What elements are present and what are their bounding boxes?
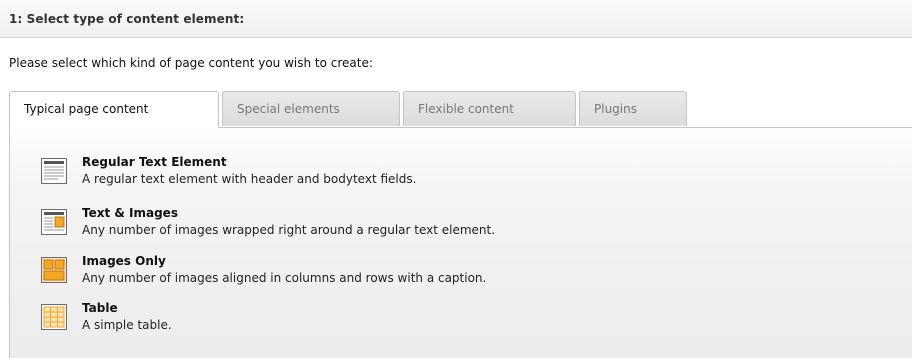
element-regular-text[interactable]: Regular Text Element A regular text elem… xyxy=(40,155,840,195)
element-description: A regular text element with header and b… xyxy=(82,172,417,186)
tab-special-elements[interactable]: Special elements xyxy=(222,91,400,126)
element-images-only[interactable]: Images Only Any number of images aligned… xyxy=(40,254,840,294)
table-icon xyxy=(40,303,68,331)
text-element-icon xyxy=(40,157,68,185)
element-description: Any number of images wrapped right aroun… xyxy=(82,223,496,237)
tab-bar: Typical page content Special elements Fl… xyxy=(9,91,912,128)
element-description: Any number of images aligned in columns … xyxy=(82,271,487,285)
tab-typical-page-content[interactable]: Typical page content xyxy=(9,91,219,128)
section-header: 1: Select type of content element: xyxy=(0,0,912,38)
content-element-wizard: 1: Select type of content element: Pleas… xyxy=(0,0,912,358)
text-images-icon xyxy=(40,208,68,236)
element-text-images[interactable]: Text & Images Any number of images wrapp… xyxy=(40,206,840,246)
element-description: A simple table. xyxy=(82,318,172,332)
images-only-icon xyxy=(40,256,68,284)
element-table[interactable]: Table A simple table. xyxy=(40,301,840,341)
element-title: Images Only xyxy=(82,254,166,268)
intro-text: Please select which kind of page content… xyxy=(9,56,373,70)
tab-panel: Regular Text Element A regular text elem… xyxy=(9,127,912,358)
element-title: Regular Text Element xyxy=(82,155,227,169)
section-title: 1: Select type of content element: xyxy=(9,12,245,26)
element-title: Text & Images xyxy=(82,206,178,220)
element-title: Table xyxy=(82,301,118,315)
tab-plugins[interactable]: Plugins xyxy=(579,91,687,126)
tab-flexible-content[interactable]: Flexible content xyxy=(403,91,576,126)
